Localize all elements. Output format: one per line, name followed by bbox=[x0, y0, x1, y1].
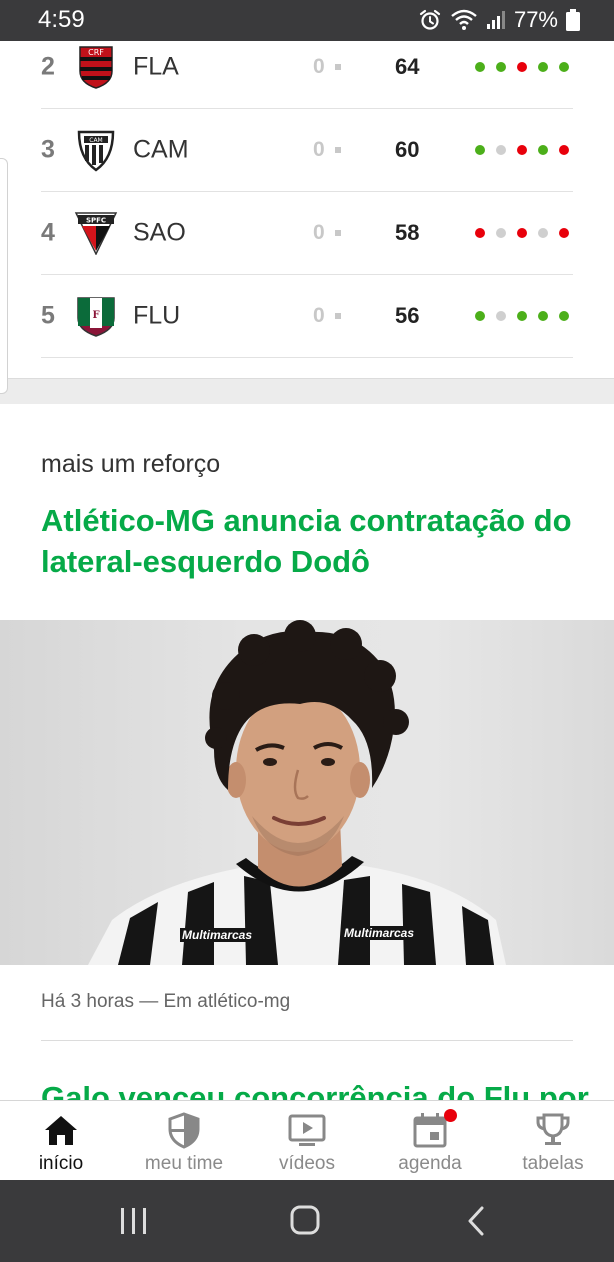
position: 2 bbox=[41, 52, 55, 81]
video-icon bbox=[288, 1114, 326, 1146]
carousel-card-edge bbox=[0, 158, 8, 394]
form-dot bbox=[538, 311, 548, 321]
standings-row[interactable]: 2 CRF FLA 0 64 bbox=[41, 26, 573, 109]
position-variation: 0 bbox=[313, 221, 341, 245]
form-dot bbox=[559, 62, 569, 72]
form-dot bbox=[475, 311, 485, 321]
standings-table: 2 CRF FLA 0 64 3 CAM CAM 0 60 4 SPFC SAO… bbox=[0, 41, 614, 379]
position-variation: 0 bbox=[313, 55, 341, 79]
nav-videos[interactable]: vídeos bbox=[252, 1101, 362, 1181]
bottom-nav: início meu time vídeos agenda tabelas bbox=[0, 1100, 614, 1180]
svg-text:CAM: CAM bbox=[89, 137, 102, 144]
team-abbr: FLA bbox=[133, 52, 179, 81]
notification-badge bbox=[444, 1109, 457, 1122]
next-news-headline[interactable]: Galo venceu concorrência do Flu por bbox=[41, 1080, 589, 1100]
form-dot bbox=[475, 228, 485, 238]
team-abbr: FLU bbox=[133, 301, 181, 330]
svg-text:SPFC: SPFC bbox=[86, 217, 106, 225]
jersey-sponsor-right: Multimarcas bbox=[342, 926, 417, 940]
trophy-icon bbox=[536, 1113, 570, 1145]
svg-text:CRF: CRF bbox=[88, 48, 104, 57]
form-dot bbox=[559, 228, 569, 238]
points: 60 bbox=[395, 137, 420, 162]
position-variation: 0 bbox=[313, 304, 341, 328]
player-photo bbox=[88, 620, 506, 965]
form-dot bbox=[517, 145, 527, 155]
home-button-icon[interactable] bbox=[285, 1204, 325, 1238]
position: 4 bbox=[41, 218, 55, 247]
position: 3 bbox=[41, 135, 55, 164]
standings-row[interactable]: 5 F FLU 0 56 bbox=[41, 275, 573, 358]
news-photo[interactable]: Multimarcas Multimarcas bbox=[0, 620, 614, 965]
points: 64 bbox=[395, 54, 420, 79]
position-variation: 0 bbox=[313, 138, 341, 162]
team-abbr: CAM bbox=[133, 135, 189, 164]
nav-label: meu time bbox=[144, 1153, 224, 1174]
form-dot bbox=[517, 62, 527, 72]
recent-form bbox=[475, 311, 569, 321]
form-dot bbox=[475, 145, 485, 155]
nav-label: vídeos bbox=[279, 1153, 335, 1174]
flamengo-crest-icon: CRF bbox=[79, 46, 113, 89]
points: 58 bbox=[395, 220, 420, 245]
recent-form bbox=[475, 228, 569, 238]
back-icon[interactable] bbox=[457, 1204, 497, 1238]
jersey-sponsor-left: Multimarcas bbox=[180, 928, 255, 942]
standings-row[interactable]: 4 SPFC SAO 0 58 bbox=[41, 192, 573, 275]
nav-meu-time[interactable]: meu time bbox=[129, 1101, 239, 1181]
nav-agenda[interactable]: agenda bbox=[375, 1101, 485, 1181]
sao-paulo-crest-icon: SPFC bbox=[74, 212, 118, 255]
team-abbr: SAO bbox=[133, 218, 186, 247]
form-dot bbox=[475, 62, 485, 72]
form-dot bbox=[538, 62, 548, 72]
nav-label: início bbox=[38, 1153, 84, 1174]
form-dot bbox=[496, 228, 506, 238]
fluminense-crest-icon: F bbox=[77, 297, 115, 337]
form-dot bbox=[496, 311, 506, 321]
form-dot bbox=[559, 145, 569, 155]
nav-inicio[interactable]: início bbox=[6, 1101, 116, 1181]
recent-apps-icon[interactable] bbox=[113, 1204, 153, 1238]
form-dot bbox=[496, 62, 506, 72]
news-meta: Há 3 horas — Em atlético-mg bbox=[41, 991, 291, 1012]
atletico-mg-crest-icon: CAM bbox=[77, 130, 115, 172]
form-dot bbox=[559, 311, 569, 321]
divider bbox=[41, 1040, 573, 1041]
nav-tabelas[interactable]: tabelas bbox=[498, 1101, 608, 1181]
position: 5 bbox=[41, 301, 55, 330]
nav-label: tabelas bbox=[522, 1153, 584, 1174]
news-feed: mais um reforço Atlético-MG anuncia cont… bbox=[0, 404, 614, 1100]
system-nav-bar bbox=[0, 1180, 614, 1262]
form-dot bbox=[517, 311, 527, 321]
news-headline[interactable]: Atlético-MG anuncia contratação do later… bbox=[41, 500, 581, 582]
svg-text:F: F bbox=[92, 310, 99, 321]
standings-row[interactable]: 3 CAM CAM 0 60 bbox=[41, 109, 573, 192]
form-dot bbox=[538, 228, 548, 238]
news-kicker: mais um reforço bbox=[41, 450, 221, 478]
nav-label: agenda bbox=[398, 1153, 462, 1174]
form-dot bbox=[538, 145, 548, 155]
form-dot bbox=[496, 145, 506, 155]
recent-form bbox=[475, 145, 569, 155]
recent-form bbox=[475, 62, 569, 72]
shield-icon bbox=[168, 1112, 200, 1149]
home-icon bbox=[45, 1116, 77, 1145]
points: 56 bbox=[395, 303, 420, 328]
form-dot bbox=[517, 228, 527, 238]
